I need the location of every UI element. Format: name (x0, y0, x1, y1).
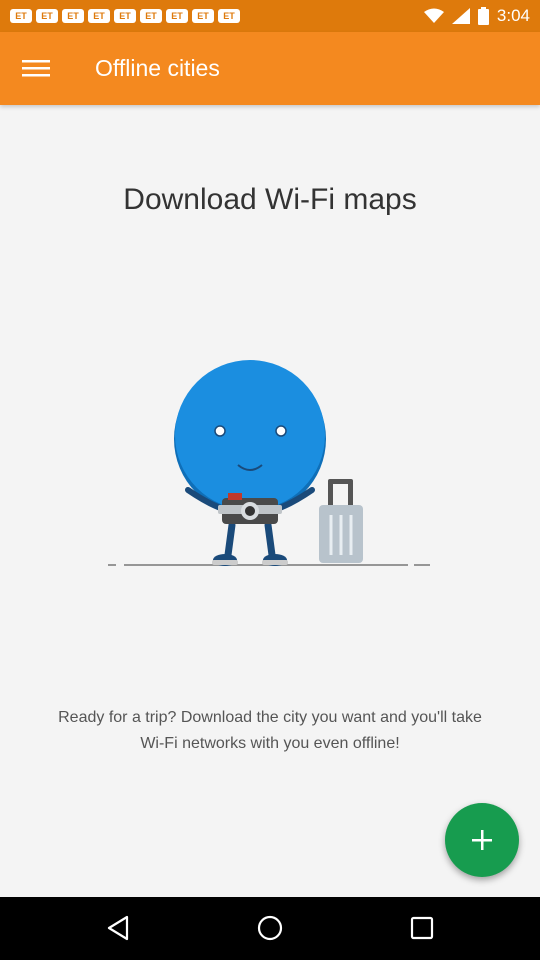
description-text: Ready for a trip? Download the city you … (58, 709, 482, 752)
section-heading: Download Wi-Fi maps (123, 183, 417, 216)
home-button[interactable] (250, 908, 290, 948)
app-bar: Offline cities (0, 32, 540, 105)
carrier-icon: ET (218, 9, 240, 23)
wifi-icon (423, 8, 444, 23)
carrier-icon: ET (88, 9, 110, 23)
status-bar: ET ET ET ET ET ET ET ET ET 3:04 (0, 0, 540, 32)
main-content: Download Wi-Fi maps Ready for a trip? Do… (0, 105, 540, 897)
carrier-icon: ET (166, 9, 188, 23)
home-icon (257, 915, 283, 941)
navigation-bar (0, 897, 540, 960)
hamburger-menu-icon (22, 60, 50, 77)
add-city-button[interactable] (445, 803, 519, 877)
traveler-mascot-illustration (108, 360, 430, 566)
recents-icon (410, 916, 434, 940)
carrier-icon: ET (10, 9, 32, 23)
notification-icons: ET ET ET ET ET ET ET ET ET (10, 6, 240, 26)
carrier-icon: ET (36, 9, 58, 23)
back-button[interactable] (98, 908, 138, 948)
carrier-icon: ET (192, 9, 214, 23)
page-title: Offline cities (95, 55, 220, 81)
recents-button[interactable] (402, 908, 442, 948)
status-time: 3:04 (496, 6, 530, 25)
battery-icon (477, 7, 489, 25)
carrier-icon: ET (140, 9, 162, 23)
carrier-icon: ET (114, 9, 136, 23)
back-icon (107, 915, 129, 941)
plus-icon (472, 830, 492, 850)
system-status: 3:04 (423, 5, 530, 27)
menu-button[interactable] (12, 44, 60, 92)
carrier-icon: ET (62, 9, 84, 23)
signal-icon (451, 8, 470, 24)
